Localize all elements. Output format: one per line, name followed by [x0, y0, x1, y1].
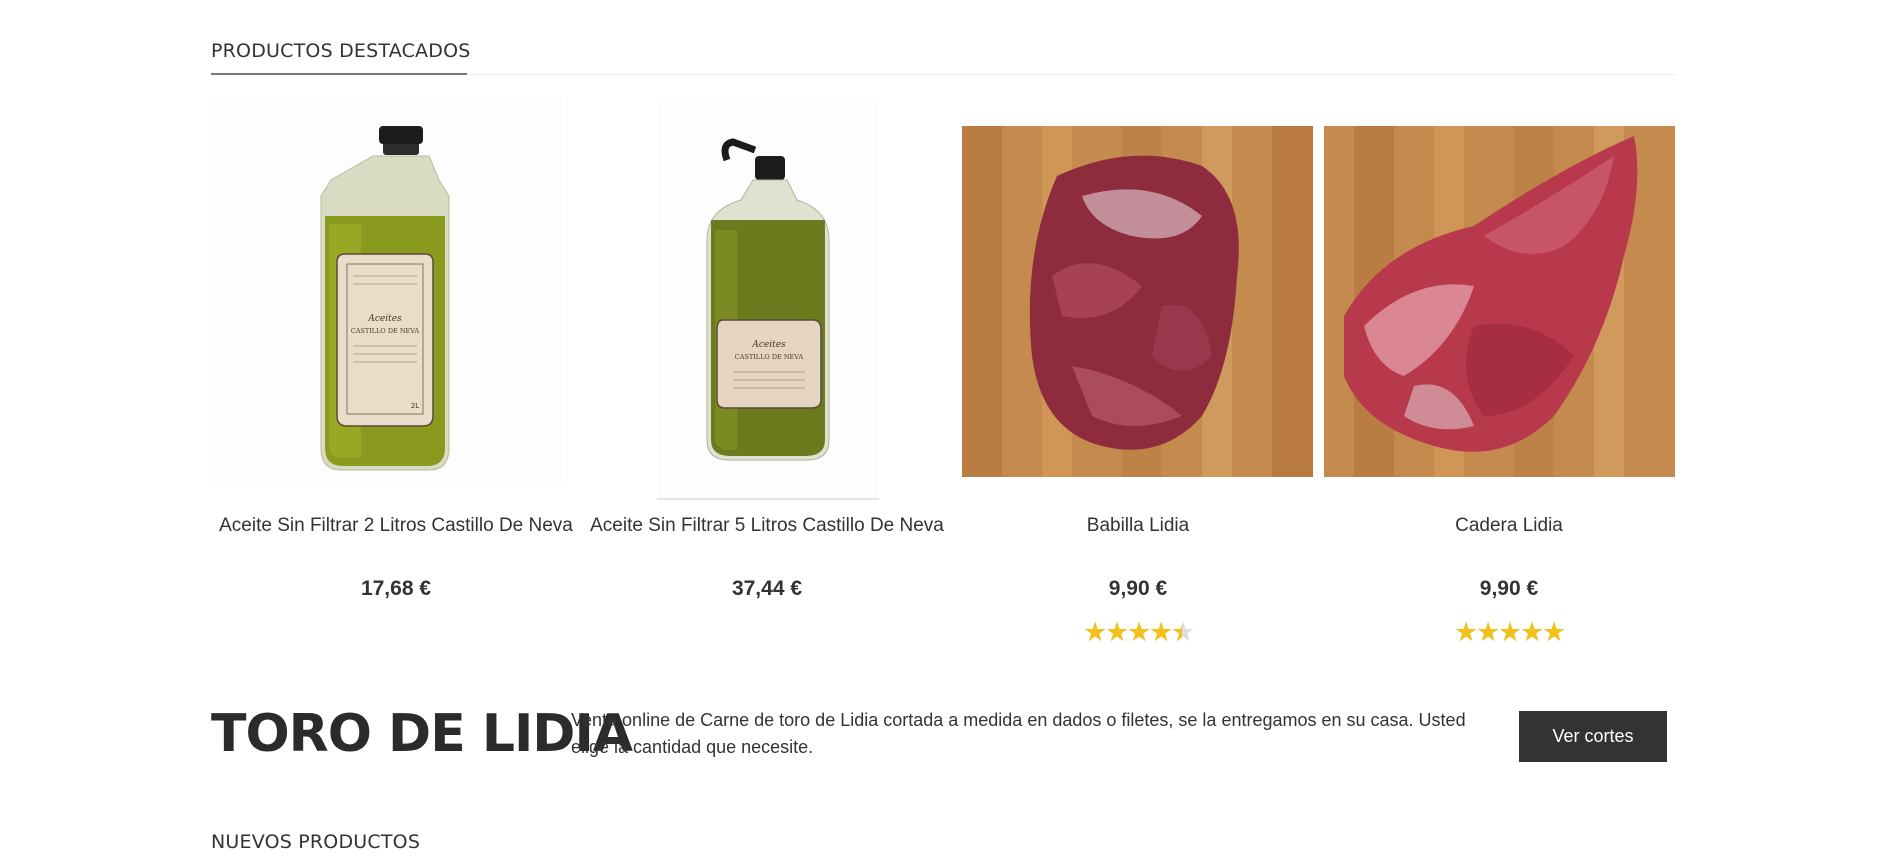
- star-icon: ★★: [1498, 617, 1523, 647]
- olive-oil-bottle-image: Aceites CASTILLO DE NEVA 2L: [211, 96, 563, 486]
- star-icon: ★★: [1083, 617, 1108, 647]
- product-card[interactable]: Aceites CASTILLO DE NEVA Aceite Sin Filt…: [582, 96, 952, 666]
- new-products-heading: NUEVOS PRODUCTOS: [211, 831, 421, 853]
- view-cuts-button[interactable]: Ver cortes: [1519, 711, 1667, 762]
- star-fill: ★: [1105, 617, 1127, 647]
- svg-text:Aceites: Aceites: [751, 340, 786, 350]
- star-icon: ★★: [1171, 617, 1196, 647]
- product-price: 9,90 €: [1479, 577, 1539, 600]
- star-fill: ★: [1149, 617, 1171, 647]
- star-fill: ★: [1171, 617, 1182, 647]
- featured-products-heading: PRODUCTOS DESTACADOS: [211, 40, 471, 62]
- product-card[interactable]: Aceites CASTILLO DE NEVA 2L Aceite Sin F…: [211, 96, 581, 666]
- rating-stars: ★★★★★★★★★★: [1324, 617, 1694, 647]
- product-name[interactable]: Cadera Lidia: [1324, 515, 1694, 537]
- star-fill: ★: [1454, 617, 1476, 647]
- star-icon: ★★: [1105, 617, 1130, 647]
- star-fill: ★: [1542, 617, 1564, 647]
- banner-description: Venta online de Carne de toro de Lidia c…: [571, 710, 1466, 757]
- heading-underline: [211, 73, 467, 75]
- star-icon: ★★: [1476, 617, 1501, 647]
- product-image-olive-oil-2l[interactable]: Aceites CASTILLO DE NEVA 2L: [211, 96, 563, 486]
- product-name[interactable]: Aceite Sin Filtrar 5 Litros Castillo De …: [582, 515, 952, 537]
- star-icon: ★★: [1149, 617, 1174, 647]
- star-icon: ★★: [1520, 617, 1545, 647]
- product-price: 17,68 €: [360, 577, 432, 600]
- star-icon: ★★: [1127, 617, 1152, 647]
- olive-oil-jug-image: Aceites CASTILLO DE NEVA: [657, 100, 879, 500]
- svg-text:2L: 2L: [411, 402, 419, 410]
- product-card[interactable]: Babilla Lidia 9,90 € ★★★★★★★★★★: [953, 96, 1323, 666]
- banner-title: TORO DE LIDIA: [211, 704, 633, 764]
- star-icon: ★★: [1542, 617, 1567, 647]
- product-name[interactable]: Aceite Sin Filtrar 2 Litros Castillo De …: [211, 515, 581, 537]
- product-image-olive-oil-5l[interactable]: Aceites CASTILLO DE NEVA: [657, 100, 879, 500]
- star-fill: ★: [1083, 617, 1105, 647]
- star-fill: ★: [1498, 617, 1520, 647]
- svg-text:CASTILLO DE NEVA: CASTILLO DE NEVA: [351, 327, 420, 335]
- star-fill: ★: [1476, 617, 1498, 647]
- product-card[interactable]: Cadera Lidia 9,90 € ★ ★ ★ ★ ★ ★ ★ ★ ★ ★: [1324, 96, 1694, 666]
- star-fill: ★: [1127, 617, 1149, 647]
- product-image-babilla[interactable]: [962, 126, 1313, 477]
- star-icon: ★★: [1454, 617, 1479, 647]
- home-content: PRODUCTOS DESTACADOS Aceites CASTILLO DE…: [211, 0, 1675, 864]
- rating-stars: ★★★★★★★★★★: [953, 617, 1323, 647]
- svg-text:CASTILLO DE NEVA: CASTILLO DE NEVA: [735, 353, 804, 361]
- svg-text:Aceites: Aceites: [367, 314, 402, 324]
- product-price: 37,44 €: [731, 577, 803, 600]
- product-name[interactable]: Babilla Lidia: [953, 515, 1323, 537]
- raw-beef-round-image: [962, 126, 1313, 477]
- raw-beef-rump-image: [1324, 126, 1675, 477]
- star-fill: ★: [1520, 617, 1542, 647]
- product-price: 9,90 €: [1108, 577, 1168, 600]
- product-image-cadera[interactable]: [1324, 126, 1675, 477]
